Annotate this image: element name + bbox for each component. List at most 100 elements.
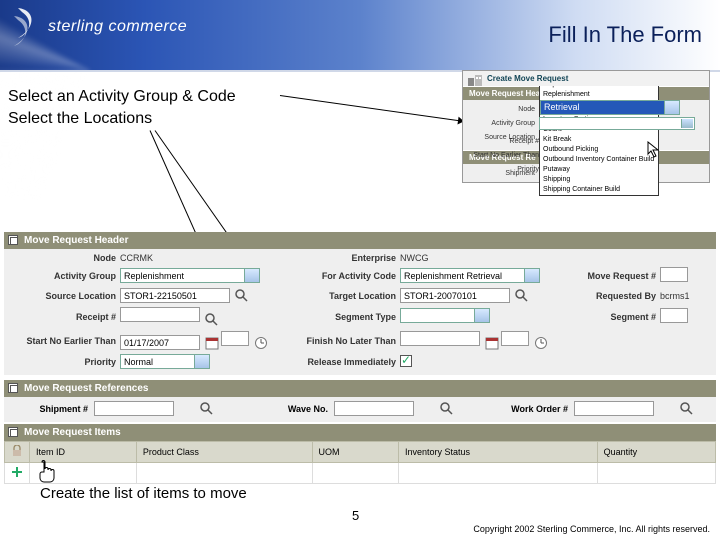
input-start-time[interactable] xyxy=(221,331,249,346)
input-source-location[interactable]: STOR1-22150501 xyxy=(120,288,230,303)
panel-move-request-items: Move Request Items Item ID Product Class… xyxy=(4,424,716,484)
panel-body-header: Node CCRMK Enterprise NWCG Activity Grou… xyxy=(4,249,716,375)
hand-pointer-icon xyxy=(38,460,58,484)
search-icon[interactable] xyxy=(680,402,694,416)
calendar-icon[interactable] xyxy=(485,336,499,350)
panel-title-items: Move Request Items xyxy=(24,427,121,438)
cell-uom[interactable] xyxy=(312,463,399,484)
annotation-line1: Select an Activity Group & Code xyxy=(8,86,236,108)
value-for-activity-code: Replenishment Retrieval xyxy=(404,271,502,281)
clock-icon[interactable] xyxy=(534,336,548,350)
value-node: CCRMK xyxy=(120,253,280,263)
input-finish-date[interactable] xyxy=(400,331,480,346)
panel-move-request-references: Move Request References Shipment # Wave … xyxy=(4,380,716,422)
popup-receipt-label: Receipt # xyxy=(467,135,539,149)
panel-title-references: Move Request References xyxy=(24,383,149,394)
col-quantity: Quantity xyxy=(597,442,715,463)
popup-option-7[interactable]: Outbound Inventory Container Build xyxy=(540,155,658,165)
select-priority[interactable]: Normal xyxy=(120,354,210,369)
popup-activity-group-select[interactable] xyxy=(539,117,695,130)
input-receipt-no[interactable] xyxy=(120,307,200,322)
page-number: 5 xyxy=(352,508,359,523)
clock-icon[interactable] xyxy=(254,336,268,350)
input-segment-no[interactable] xyxy=(660,308,688,323)
popup-node-label: Node xyxy=(467,106,539,113)
popup-option-6[interactable]: Outbound Picking xyxy=(540,145,658,155)
input-work-order-no[interactable] xyxy=(574,401,654,416)
search-icon[interactable] xyxy=(515,289,529,303)
select-for-activity-code[interactable]: Replenishment Retrieval xyxy=(400,268,540,283)
panel-move-request-header: Move Request Header Node CCRMK Enterpris… xyxy=(4,232,716,375)
popup-start-label: Start No Earlier Than xyxy=(467,149,539,163)
panel-body-items: Item ID Product Class UOM Inventory Stat… xyxy=(4,441,716,484)
cell-inventory-status[interactable] xyxy=(399,463,598,484)
panel-body-references: Shipment # Wave No. Work Order # xyxy=(4,397,716,422)
cell-product-class[interactable] xyxy=(136,463,312,484)
popup-form: Node CCRMK Activity Group Source Locatio… xyxy=(463,100,709,146)
search-icon[interactable] xyxy=(440,402,454,416)
table-row[interactable] xyxy=(5,463,716,484)
label-node: Node xyxy=(10,253,120,263)
label-shipment-no: Shipment # xyxy=(10,404,90,414)
popup-option-1[interactable]: Replenishment xyxy=(540,90,658,100)
collapse-icon[interactable] xyxy=(8,427,18,437)
label-source-location: Source Location xyxy=(10,291,120,301)
popup-option-10[interactable]: Shipping Container Build xyxy=(540,185,658,195)
annotation-create-list: Create the list of items to move xyxy=(40,485,247,502)
search-icon[interactable] xyxy=(205,313,219,327)
value-priority: Normal xyxy=(124,357,153,367)
slide-title: Fill In The Form xyxy=(548,22,702,48)
annotation-activity: Select an Activity Group & Code Select t… xyxy=(8,86,236,130)
popup-option-9[interactable]: Shipping xyxy=(540,175,658,185)
popup-option-5[interactable]: Kit Break xyxy=(540,135,658,145)
add-row-cell[interactable] xyxy=(5,463,30,484)
input-target-location[interactable]: STOR1-20070101 xyxy=(400,288,510,303)
select-activity-group[interactable]: Replenishment xyxy=(120,268,260,283)
popup-option-8[interactable]: Putaway xyxy=(540,165,658,175)
input-start-date[interactable]: 01/17/2007 xyxy=(120,335,200,350)
input-shipment-no[interactable] xyxy=(94,401,174,416)
collapse-icon[interactable] xyxy=(8,383,18,393)
input-move-request-no[interactable] xyxy=(660,267,688,282)
label-start: Start No Earlier Than xyxy=(10,336,120,346)
col-product-class: Product Class xyxy=(136,442,312,463)
popup-priority-label: Priority xyxy=(467,163,539,177)
popup-dropdown-list[interactable]: Inspection Replenishment Retrieval Inven… xyxy=(539,79,659,196)
arrow-to-activity-group xyxy=(280,95,460,121)
col-inventory-status: Inventory Status xyxy=(399,442,598,463)
label-receipt-no: Receipt # xyxy=(10,312,120,322)
cell-quantity[interactable] xyxy=(597,463,715,484)
input-finish-time[interactable] xyxy=(501,331,529,346)
label-enterprise: Enterprise xyxy=(280,253,400,263)
slide-banner: sterling commerce Fill In The Form xyxy=(0,0,720,70)
search-icon[interactable] xyxy=(200,402,214,416)
cursor-icon xyxy=(647,141,661,159)
label-priority: Priority xyxy=(10,357,120,367)
collapse-icon[interactable] xyxy=(8,235,18,245)
search-icon[interactable] xyxy=(235,289,249,303)
input-wave-no[interactable] xyxy=(334,401,414,416)
lock-icon xyxy=(11,445,23,457)
copyright-text: Copyright 2002 Sterling Commerce, Inc. A… xyxy=(473,524,710,534)
value-activity-group: Replenishment xyxy=(124,271,184,281)
label-release: Release Immediately xyxy=(280,357,400,367)
checkbox-release-immediately[interactable] xyxy=(400,355,412,367)
select-segment-type[interactable] xyxy=(400,308,490,323)
label-for-activity-code: For Activity Code xyxy=(280,271,400,281)
create-move-request-popup: Create Move Request Move Request Header … xyxy=(462,70,710,183)
popup-title: Create Move Request xyxy=(487,74,568,83)
label-segment-no: Segment # xyxy=(560,312,660,322)
plus-icon xyxy=(11,466,23,478)
calendar-icon[interactable] xyxy=(205,336,219,350)
popup-option-2[interactable]: Retrieval xyxy=(540,100,680,115)
label-move-request-no: Move Request # xyxy=(560,271,660,281)
label-finish: Finish No Later Than xyxy=(280,336,400,346)
label-target-location: Target Location xyxy=(280,291,400,301)
value-enterprise: NWCG xyxy=(400,253,560,263)
brand-text: sterling commerce xyxy=(48,18,187,36)
col-uom: UOM xyxy=(312,442,399,463)
move-request-icon xyxy=(467,73,483,87)
label-work-order-no: Work Order # xyxy=(490,404,570,414)
label-requested-by: Requested By xyxy=(560,291,660,301)
panel-head-items: Move Request Items xyxy=(4,424,716,441)
